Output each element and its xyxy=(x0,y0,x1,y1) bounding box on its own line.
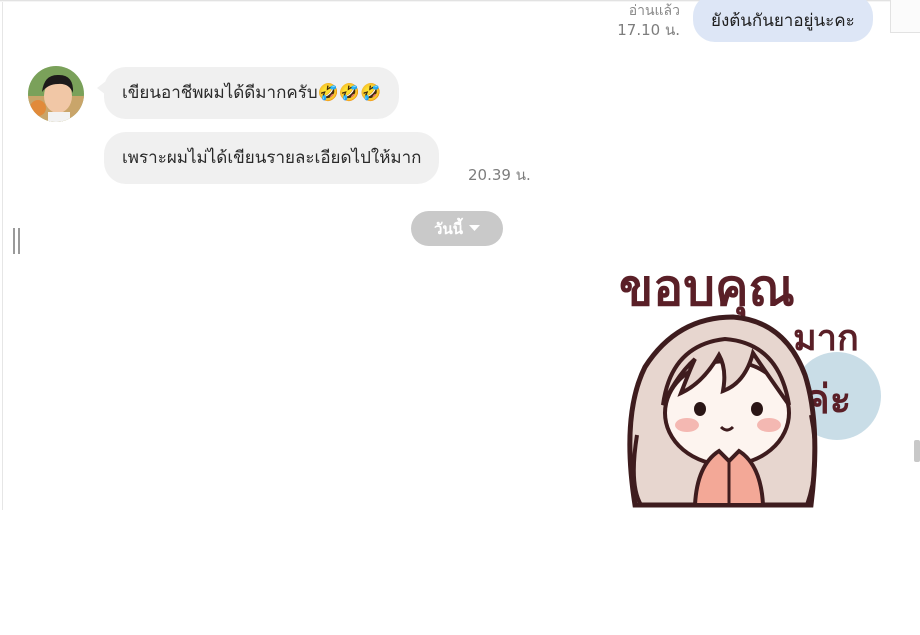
user-avatar-icon xyxy=(28,66,84,122)
thank-you-sticker[interactable]: ขอบคุณ มาก ค่ะ xyxy=(615,255,895,510)
message-text: เขียนอาชีพผมได้ดีมากครับ xyxy=(122,83,318,103)
laughing-emoji-icon: 🤣🤣🤣 xyxy=(317,83,382,103)
message-text: ยังต้นกันยาอยู่นะคะ xyxy=(711,11,855,31)
chevron-down-icon xyxy=(468,225,480,231)
incoming-message-bubble[interactable]: เขียนอาชีพผมได้ดีมากครับ🤣🤣🤣 xyxy=(96,67,400,119)
outgoing-message-bubble[interactable]: ยังต้นกันยาอยู่นะคะ xyxy=(693,0,873,42)
side-panel-edge xyxy=(890,0,920,33)
date-separator-button[interactable]: วันนี้ xyxy=(411,211,503,246)
avatar[interactable] xyxy=(28,66,84,122)
incoming-message-bubble[interactable]: เพราะผมไม่ได้เขียนรายละเอียดไปให้มาก xyxy=(104,132,440,184)
message-text: เพราะผมไม่ได้เขียนรายละเอียดไปให้มาก xyxy=(122,148,422,168)
scrollbar-fragment[interactable] xyxy=(912,440,920,470)
sticker-text-line1: ขอบคุณ xyxy=(619,259,795,319)
message-meta-outgoing: อ่านแล้ว 17.10 น. xyxy=(600,2,680,40)
read-status: อ่านแล้ว xyxy=(628,3,680,19)
chat-area: อ่านแล้ว 17.10 น. ยังต้นกันยาอยู่นะคะ เข… xyxy=(0,0,920,510)
message-time: 20.39 น. xyxy=(468,166,531,184)
date-label: วันนี้ xyxy=(434,219,463,238)
sticker-text-line2: มาก xyxy=(793,318,859,359)
message-time: 17.10 น. xyxy=(617,21,680,39)
drag-handle-icon[interactable] xyxy=(12,228,22,254)
